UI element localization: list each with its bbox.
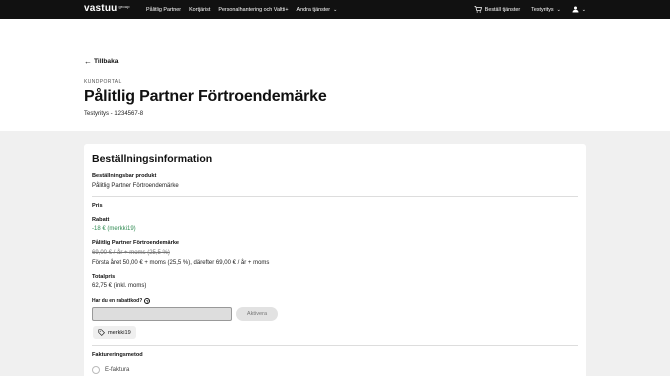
total-label: Totalpris bbox=[92, 274, 116, 280]
company-menu[interactable]: Testyritys ⌄ bbox=[531, 7, 561, 13]
company-menu-label: Testyritys bbox=[531, 6, 554, 13]
cart-icon bbox=[474, 6, 482, 13]
divider bbox=[92, 345, 578, 346]
product-value: Pålitlig Partner Förtroendemärke bbox=[92, 183, 179, 189]
company-info: Testyritys - 1234567-8 bbox=[84, 111, 144, 117]
nav-link-andra-tjanster[interactable]: Andra tjänster ⌄ bbox=[297, 7, 338, 13]
nav-link-palitlig-partner[interactable]: Pålitlig Partner bbox=[146, 7, 181, 13]
coupon-code-input[interactable] bbox=[92, 307, 232, 321]
order-services-label: Beställ tjänster bbox=[484, 6, 521, 13]
user-menu[interactable]: ⌄ bbox=[572, 6, 586, 13]
eyebrow-label: KUNDPORTAL bbox=[84, 79, 122, 85]
nav-link-label: Andra tjänster bbox=[296, 6, 331, 13]
card-title: Beställningsinformation bbox=[92, 153, 213, 165]
divider bbox=[92, 196, 578, 197]
order-services-link[interactable]: Beställ tjänster bbox=[474, 6, 520, 13]
price-heading: Pris bbox=[92, 203, 103, 209]
top-navigation: vastuugroup Pålitlig Partner Kortjärist … bbox=[0, 0, 670, 19]
applied-code-tag: merkki19 bbox=[93, 326, 136, 339]
nav-link-personalhantering[interactable]: Personalhantering och Valtti+ bbox=[218, 7, 288, 13]
nav-links: Pålitlig Partner Kortjärist Personalhant… bbox=[146, 0, 345, 19]
product-label: Beställningsbar produkt bbox=[92, 173, 157, 179]
chevron-down-icon: ⌄ bbox=[333, 6, 338, 13]
billing-label: Faktureringsmetod bbox=[92, 352, 143, 358]
billing-radio-efaktura[interactable] bbox=[92, 366, 100, 374]
help-icon[interactable]: ? bbox=[144, 298, 151, 304]
chevron-down-icon: ⌄ bbox=[581, 6, 586, 13]
total-value: 62,75 € (inkl. moms) bbox=[92, 283, 147, 289]
item-label: Pålitlig Partner Förtroendemärke bbox=[92, 240, 180, 246]
activate-button[interactable]: Aktivera bbox=[236, 307, 278, 321]
coupon-question: Har du en rabattkod? ? bbox=[92, 298, 151, 304]
logo-text: vastuu bbox=[84, 3, 118, 14]
tag-icon bbox=[98, 329, 105, 336]
vastuu-logo[interactable]: vastuugroup bbox=[84, 3, 130, 14]
coupon-question-text: Har du en rabattkod? bbox=[92, 298, 143, 304]
old-price: 69,00 € / år + moms (25,5 %) bbox=[92, 250, 170, 256]
back-label: Tillbaka bbox=[94, 58, 119, 65]
logo-suffix: group bbox=[118, 4, 130, 9]
arrow-left-icon: ← bbox=[84, 57, 92, 66]
nav-link-kortjarist[interactable]: Kortjärist bbox=[189, 7, 210, 13]
applied-code-label: merkki19 bbox=[108, 329, 131, 336]
billing-option-label: E-faktura bbox=[105, 367, 130, 373]
chevron-down-icon: ⌄ bbox=[556, 6, 561, 13]
page-title: Pålitlig Partner Förtroendemärke bbox=[84, 88, 327, 105]
discount-value: -18 € (merkki19) bbox=[92, 226, 136, 232]
back-link[interactable]: ← Tillbaka bbox=[84, 57, 118, 66]
new-price: Första året 50,00 € + moms (25,5 %), där… bbox=[92, 260, 270, 266]
nav-right: Beställ tjänster Testyritys ⌄ ⌄ bbox=[463, 0, 586, 19]
user-icon bbox=[572, 6, 579, 13]
discount-label: Rabatt bbox=[92, 217, 110, 223]
